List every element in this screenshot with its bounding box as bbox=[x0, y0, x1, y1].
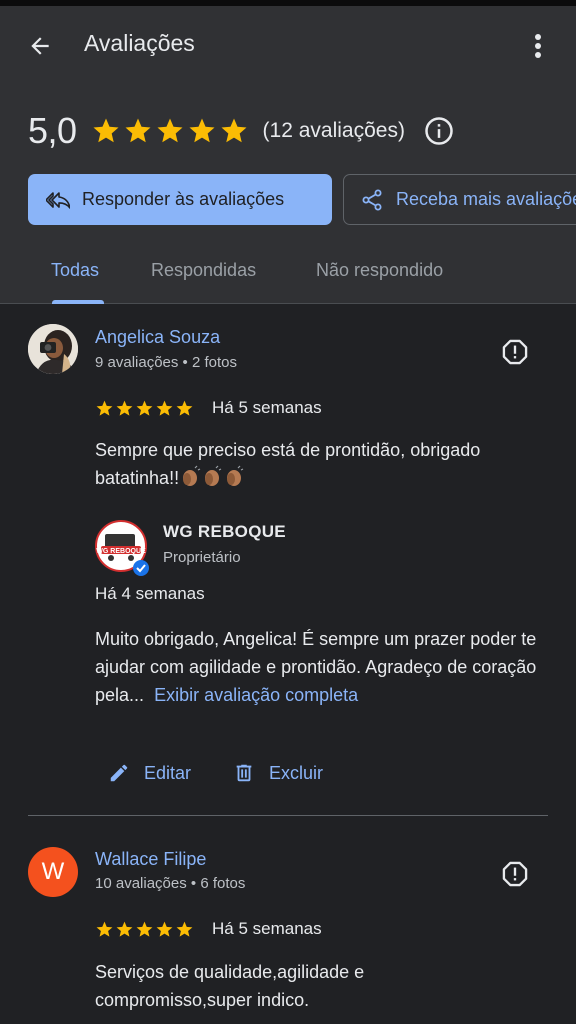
review-time: Há 5 semanas bbox=[212, 919, 322, 938]
trash-icon bbox=[236, 764, 252, 782]
rating-count: (12 avaliações) bbox=[262, 119, 405, 142]
star-icon bbox=[116, 921, 133, 937]
pencil-icon bbox=[110, 764, 128, 782]
star-icon bbox=[96, 400, 113, 416]
info-button[interactable] bbox=[423, 115, 455, 147]
page-title: Avaliações bbox=[84, 30, 195, 56]
star-icon bbox=[156, 400, 173, 416]
star-icon bbox=[116, 400, 133, 416]
star-icon bbox=[176, 400, 193, 416]
star-icon bbox=[93, 118, 119, 143]
edit-label: Editar bbox=[144, 762, 192, 783]
header-actions: Responder às avaliações Receba mais aval… bbox=[28, 174, 576, 226]
review-card: W Wallace Filipe 10 avaliações • 6 fotos… bbox=[0, 816, 576, 1024]
share-icon bbox=[362, 189, 382, 210]
owner-name: WG REBOQUE bbox=[163, 522, 286, 541]
review-time: Há 5 semanas bbox=[212, 398, 322, 417]
report-button[interactable] bbox=[498, 335, 532, 369]
report-button[interactable] bbox=[498, 857, 532, 891]
reviewer-name[interactable]: Wallace Filipe bbox=[95, 849, 206, 870]
reply-all-icon bbox=[46, 191, 70, 209]
delete-label: Excluir bbox=[269, 762, 324, 783]
reviewer-meta: 10 avaliações • 6 fotos bbox=[95, 875, 246, 892]
avatar[interactable]: W bbox=[28, 847, 78, 897]
review-rating: Há 5 semanas bbox=[95, 398, 322, 418]
avatar[interactable] bbox=[28, 324, 78, 374]
rating-value: 5,0 bbox=[28, 110, 77, 151]
reply-reviews-button[interactable]: Responder às avaliações bbox=[28, 174, 332, 225]
reply-reviews-label: Responder às avaliações bbox=[82, 189, 285, 209]
review-tabs: Todas Respondidas Não respondido bbox=[0, 252, 576, 304]
wg-reboque-logo: WG REBOQUE bbox=[95, 520, 149, 576]
review-card: Angelica Souza 9 avaliações • 2 fotos Há… bbox=[0, 304, 576, 814]
flag-icon bbox=[502, 861, 528, 887]
review-text: Serviços de qualidade,agilidade e compro… bbox=[95, 962, 365, 1010]
reviewer-photo bbox=[28, 324, 78, 374]
review-stars bbox=[95, 399, 194, 418]
owner-role: Proprietário bbox=[163, 549, 241, 566]
review-text: Sempre que preciso está de prontidão, ob… bbox=[95, 436, 545, 495]
reviewer-name[interactable]: Angelica Souza bbox=[95, 327, 220, 348]
owner-logo: WG REBOQUE bbox=[95, 520, 149, 576]
flag-icon bbox=[502, 339, 528, 365]
star-icon bbox=[157, 118, 183, 143]
clap-emoji bbox=[179, 465, 245, 495]
review-text-content: Sempre que preciso está de prontidão, ob… bbox=[95, 440, 481, 488]
reviews-header: Avaliações 5,0 (12 avaliações) Responder… bbox=[0, 6, 576, 304]
rating-summary: 5,0 (12 avaliações) bbox=[28, 108, 558, 154]
more-options-button[interactable] bbox=[522, 28, 554, 64]
star-icon bbox=[156, 921, 173, 937]
delete-reply-button[interactable]: Excluir bbox=[233, 762, 323, 784]
review-stars bbox=[95, 920, 194, 939]
show-full-review-link[interactable]: Exibir avaliação completa bbox=[154, 685, 358, 705]
get-more-reviews-button[interactable]: Receba mais avaliações bbox=[343, 174, 576, 225]
star-icon bbox=[96, 921, 113, 937]
reply-time: Há 4 semanas bbox=[95, 584, 205, 603]
reply-text: Muito obrigado, Angelica! É sempre um pr… bbox=[95, 625, 545, 709]
top-app-bar: Avaliações bbox=[0, 6, 576, 84]
review-rating: Há 5 semanas bbox=[95, 919, 322, 939]
tab-unanswered[interactable]: Não respondido bbox=[316, 260, 443, 281]
star-icon bbox=[136, 921, 153, 937]
star-icon bbox=[176, 921, 193, 937]
edit-reply-button[interactable]: Editar bbox=[108, 762, 191, 784]
tab-answered[interactable]: Respondidas bbox=[151, 260, 256, 281]
star-icon bbox=[221, 118, 247, 143]
back-button[interactable] bbox=[22, 28, 58, 64]
star-icon bbox=[189, 118, 215, 143]
more-vert-icon bbox=[535, 34, 541, 58]
star-icon bbox=[136, 400, 153, 416]
reviewer-meta: 9 avaliações • 2 fotos bbox=[95, 354, 238, 371]
info-icon bbox=[425, 117, 453, 145]
get-more-reviews-label: Receba mais avaliações bbox=[396, 189, 576, 209]
svg-text:WG REBOQUE: WG REBOQUE bbox=[96, 548, 146, 555]
rating-stars bbox=[91, 116, 249, 146]
star-icon bbox=[125, 118, 151, 143]
tab-all[interactable]: Todas bbox=[51, 260, 99, 281]
back-arrow-icon bbox=[31, 37, 49, 55]
